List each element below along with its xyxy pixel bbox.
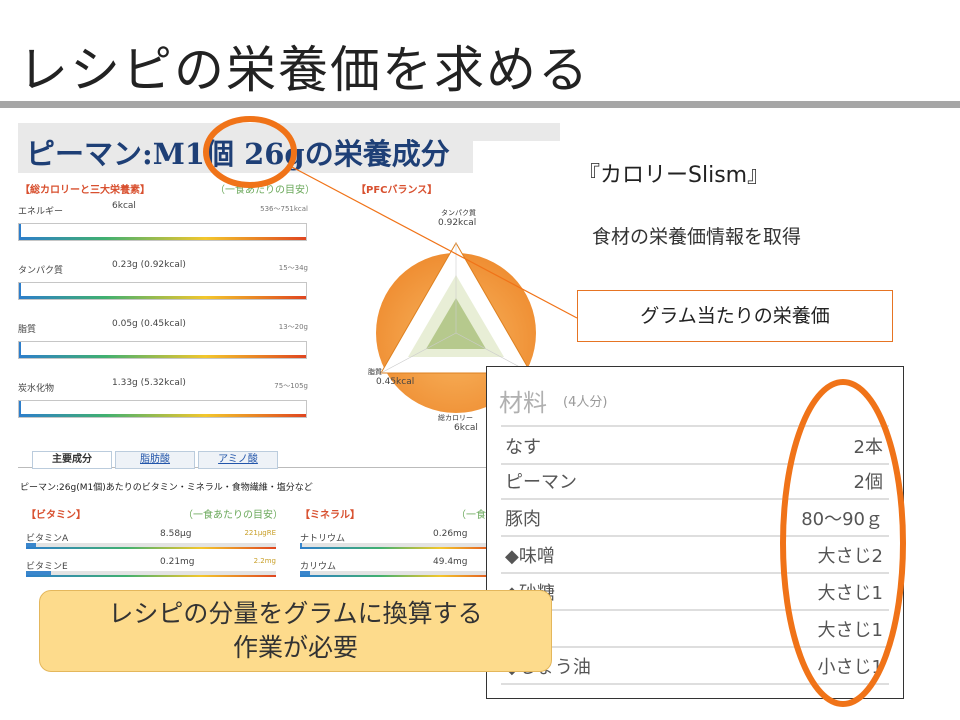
macro-value: 0.23g (0.92kcal) (112, 260, 186, 270)
macro-range: 536〜751kcal (260, 205, 308, 213)
vitamin-row-a: ビタミンA 8.58μg 221μgRE (26, 529, 276, 553)
ingredient-amount: 80〜90ｇ (801, 509, 883, 530)
vitamin-section-header: 【ビタミン】 (26, 510, 86, 521)
vitamin-per-meal-note: （一食あたりの目安） (183, 510, 283, 521)
macro-range: 15〜34g (278, 264, 308, 272)
pfc-fat-value: 0.45kcal (376, 377, 415, 387)
title-divider (0, 101, 960, 108)
macro-value: 1.33g (5.32kcal) (112, 378, 186, 388)
ingredient-amount: 2本 (853, 437, 883, 458)
tab-amino-acids[interactable]: アミノ酸 (198, 451, 278, 469)
ingredient-row: 大さじ1 (501, 610, 889, 648)
ingredient-row: ◆砂糖 大さじ1 (501, 573, 889, 611)
per-gram-callout: グラム当たりの栄養価 (577, 290, 893, 342)
pfc-protein-value: 0.92kcal (438, 218, 477, 228)
ingredient-row: ◆しょう油 小さじ1 (501, 647, 889, 685)
nutrition-screenshot: ピーマン:M1個 26gの栄養成分 【総カロリーと三大栄養素】 （一食あたりの目… (18, 123, 563, 603)
macro-row-protein: タンパク質 0.23g (0.92kcal) 15〜34g (18, 260, 308, 304)
ingredient-row: ピーマン 2個 (501, 462, 889, 500)
tab-main-components[interactable]: 主要成分 (32, 451, 112, 469)
ingredient-row: なす 2本 (501, 425, 889, 465)
ingredient-amount: 2個 (853, 472, 883, 493)
macro-value: 6kcal (112, 201, 136, 211)
macro-name: 炭水化物 (18, 384, 55, 394)
macro-bar (18, 223, 307, 241)
ingredient-amount: 大さじ1 (817, 620, 883, 641)
pfc-total-value: 6kcal (454, 423, 478, 433)
ingredient-row: ◆味噌 大さじ2 (501, 536, 889, 574)
mineral-value: 0.26mg (433, 529, 468, 539)
recipe-servings: (4人分) (563, 395, 608, 410)
pfc-section-header: 【PFCバランス】 (356, 185, 438, 196)
ingredient-name: なす (505, 437, 541, 458)
ingredient-amount: 小さじ1 (817, 657, 883, 678)
tab-fatty-acids[interactable]: 脂肪酸 (115, 451, 195, 469)
mineral-bar (300, 571, 500, 577)
ingredient-name: 豚肉 (505, 509, 541, 530)
macro-row-energy: エネルギー 6kcal 536〜751kcal (18, 201, 308, 245)
mineral-per-meal-note: （一食 (456, 510, 486, 521)
mineral-row-sodium: ナトリウム 0.26mg (300, 529, 500, 553)
slide-title: レシピの栄養価を求める (18, 41, 590, 99)
ingredient-amount: 大さじ1 (817, 583, 883, 604)
mineral-row-potassium: カリウム 49.4mg (300, 557, 500, 581)
macro-name: エネルギー (18, 207, 64, 217)
vitamin-range: 2.2mg (253, 557, 276, 565)
macro-range: 13〜20g (278, 323, 308, 331)
macro-row-carbs: 炭水化物 1.33g (5.32kcal) 75〜105g (18, 378, 308, 422)
mineral-value: 49.4mg (433, 557, 468, 567)
macro-name: タンパク質 (18, 266, 64, 276)
ingredient-name: ピーマン (505, 472, 577, 493)
macro-bar (18, 341, 307, 359)
mineral-bar (300, 543, 500, 549)
conversion-note-line2: 作業が必要 (232, 633, 358, 662)
source-description: 食材の栄養価情報を取得 (592, 226, 802, 248)
nutrition-heading-band-extension (473, 123, 560, 141)
macro-bar (18, 400, 307, 418)
vitamin-value: 8.58μg (160, 529, 192, 539)
ingredient-amount: 大さじ2 (817, 546, 883, 567)
conversion-note-line1: レシピの分量をグラムに換算する (108, 599, 483, 628)
vitamin-bar (26, 543, 276, 549)
per-meal-note: （一食あたりの目安） (215, 185, 315, 196)
vitamin-range: 221μgRE (244, 529, 276, 537)
ingredient-name: ◆味噌 (505, 546, 555, 567)
pfc-protein-label: タンパク質 (441, 209, 476, 217)
macro-name: 脂質 (18, 325, 37, 335)
vitamin-bar (26, 571, 276, 577)
nutrition-subtitle: ピーマン:26g(M1個)あたりのビタミン・ミネラル・食物繊維・塩分など (20, 483, 313, 493)
ingredient-row: 豚肉 80〜90ｇ (501, 499, 889, 537)
nutrition-heading: ピーマン:M1個 26gの栄養成分 (26, 137, 450, 171)
source-site-name: 『カロリーSlism』 (578, 163, 770, 188)
macro-row-fat: 脂質 0.05g (0.45kcal) 13〜20g (18, 319, 308, 363)
macro-value: 0.05g (0.45kcal) (112, 319, 186, 329)
pfc-total-label: 総カロリー (438, 414, 473, 422)
pfc-fat-label: 脂質 (368, 368, 382, 376)
recipe-title: 材料 (499, 389, 547, 417)
macro-section-header: 【総カロリーと三大栄養素】 (20, 185, 150, 196)
macro-bar (18, 282, 307, 300)
conversion-note: レシピの分量をグラムに換算する 作業が必要 (39, 590, 552, 672)
mineral-section-header: 【ミネラル】 (300, 510, 360, 521)
vitamin-row-e: ビタミンE 0.21mg 2.2mg (26, 557, 276, 581)
macro-range: 75〜105g (274, 382, 308, 390)
vitamin-value: 0.21mg (160, 557, 195, 567)
